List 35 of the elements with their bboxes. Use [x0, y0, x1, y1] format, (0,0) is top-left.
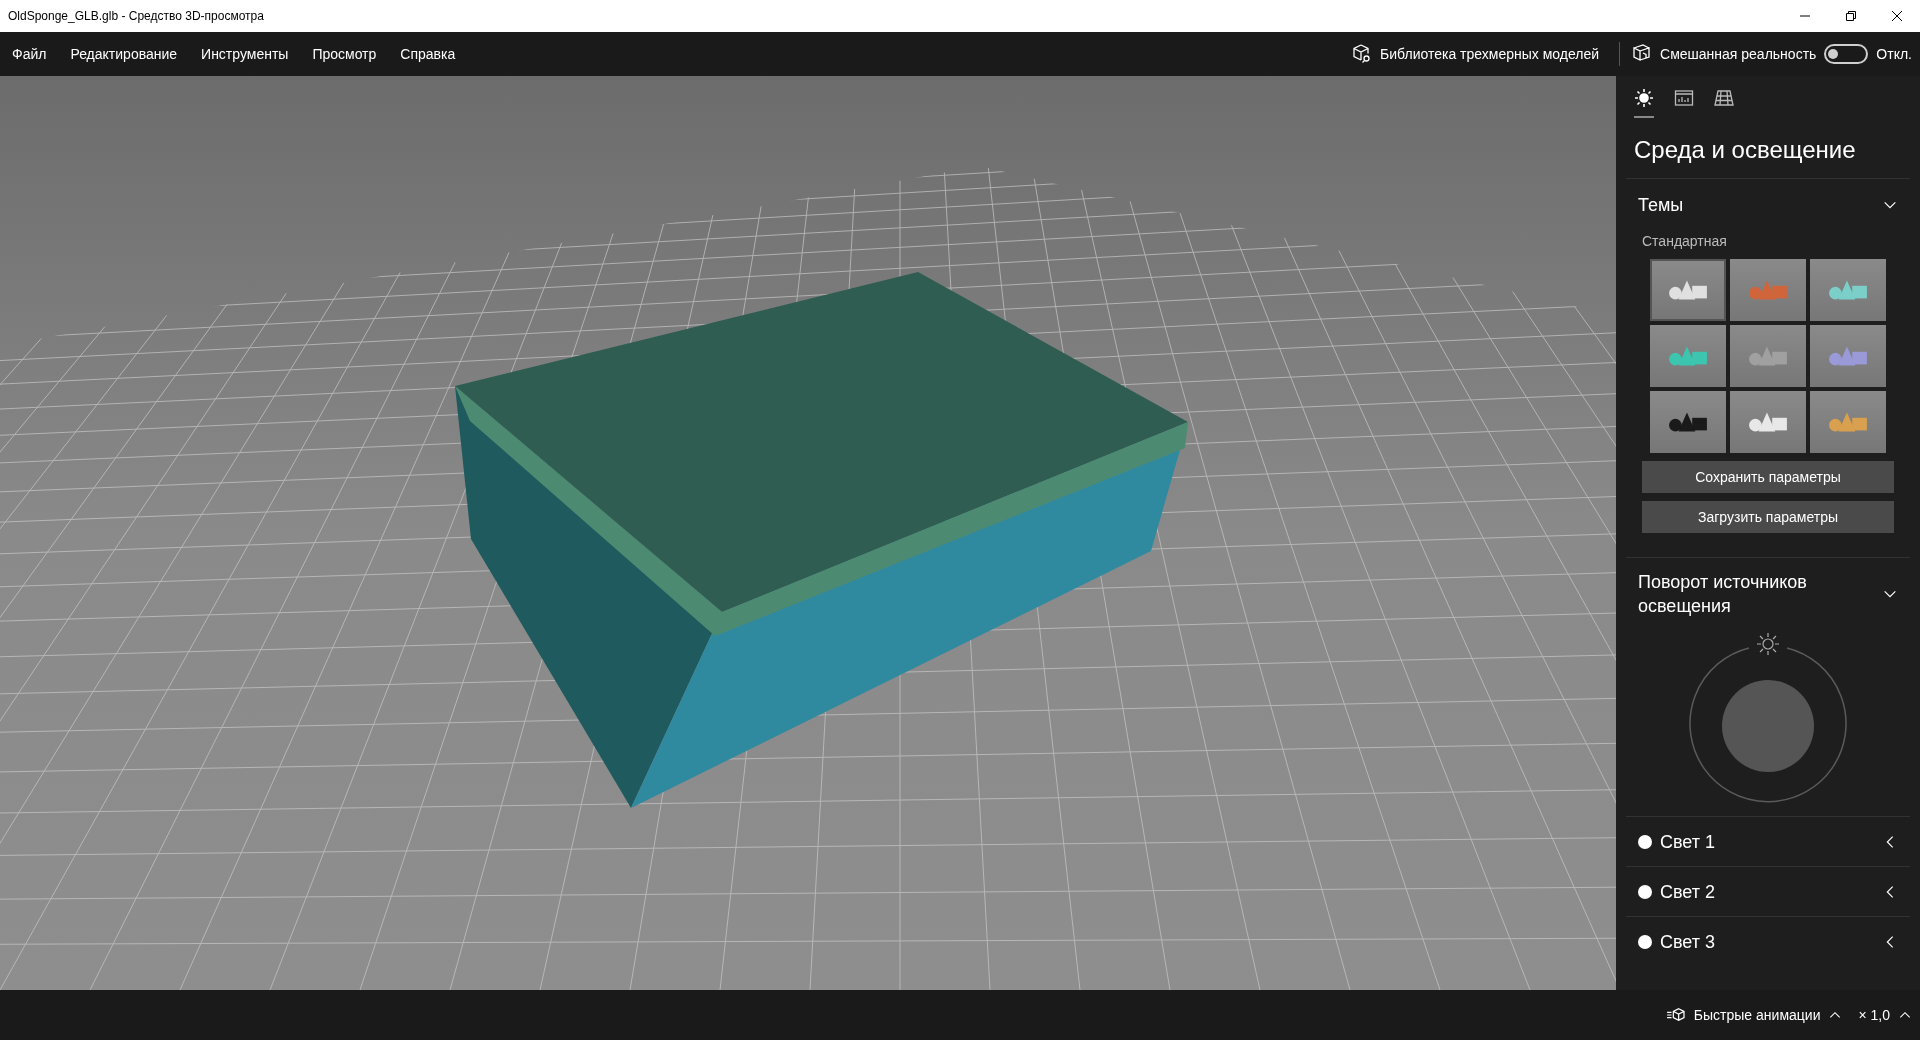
- library-button[interactable]: Библиотека трехмерных моделей: [1344, 36, 1608, 72]
- menu-item[interactable]: Редактирование: [58, 36, 190, 72]
- themes-section-header[interactable]: Темы: [1626, 179, 1910, 231]
- theme-thumbnail[interactable]: [1650, 259, 1726, 321]
- speed-button[interactable]: × 1,0: [1858, 1005, 1912, 1025]
- panel-button[interactable]: Загрузить параметры: [1642, 501, 1894, 533]
- light-row[interactable]: Свет 1: [1626, 817, 1910, 866]
- window-title: OldSponge_GLB.glb - Средство 3D-просмотра: [7, 8, 264, 24]
- menu-item[interactable]: Инструменты: [189, 36, 301, 72]
- toggle-state-label: Откл.: [1876, 45, 1912, 64]
- sun-tab[interactable]: [1634, 88, 1654, 118]
- mixed-reality-toggle[interactable]: [1824, 44, 1869, 64]
- theme-thumbnail[interactable]: [1810, 391, 1886, 453]
- cube-search-icon: [1352, 44, 1373, 64]
- menu-item[interactable]: Файл: [0, 36, 59, 72]
- cube-motion-icon: [1665, 1007, 1686, 1023]
- 3d-viewport[interactable]: [0, 76, 1616, 990]
- mixed-reality-label: Смешанная реальность: [1660, 45, 1817, 64]
- light-rotation-section-header[interactable]: Поворот источников освещения: [1626, 558, 1910, 630]
- theme-thumbnail[interactable]: [1730, 325, 1806, 387]
- themes-subtitle: Стандартная: [1641, 232, 1728, 251]
- mixed-reality-icon: [1632, 44, 1653, 64]
- theme-thumbnail[interactable]: [1810, 325, 1886, 387]
- panel-button[interactable]: Сохранить параметры: [1642, 461, 1894, 493]
- theme-thumbnail[interactable]: [1810, 259, 1886, 321]
- theme-thumbnail[interactable]: [1730, 391, 1806, 453]
- menu-item[interactable]: Просмотр: [300, 36, 389, 72]
- light-row[interactable]: Свет 2: [1626, 867, 1910, 916]
- menu-item[interactable]: Справка: [388, 36, 468, 72]
- light-row[interactable]: Свет 3: [1626, 917, 1910, 966]
- animations-button[interactable]: Быстрые анимации: [1665, 1005, 1843, 1025]
- panel-heading: Среда и освещение: [1633, 135, 1857, 165]
- theme-thumbnail[interactable]: [1650, 325, 1726, 387]
- theme-thumbnail[interactable]: [1650, 391, 1726, 453]
- theme-thumbnail[interactable]: [1730, 259, 1806, 321]
